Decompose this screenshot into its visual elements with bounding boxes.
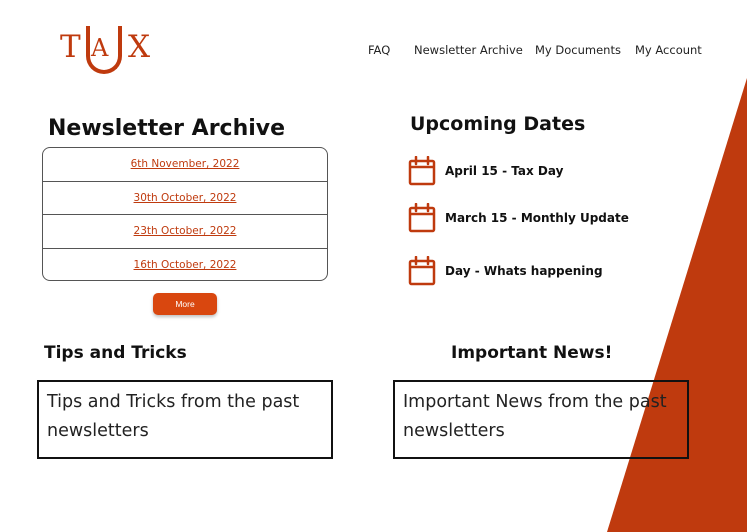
upcoming-label: March 15 - Monthly Update: [445, 211, 629, 225]
upcoming-title: Upcoming Dates: [410, 113, 586, 135]
nav-newsletter-archive[interactable]: Newsletter Archive: [414, 43, 523, 57]
nav-my-documents[interactable]: My Documents: [535, 43, 621, 57]
news-box[interactable]: Important News from the past newsletters: [393, 380, 689, 459]
archive-title: Newsletter Archive: [48, 116, 286, 141]
more-button[interactable]: More: [153, 293, 217, 315]
archive-link[interactable]: 16th October, 2022: [134, 259, 237, 271]
upcoming-label: April 15 - Tax Day: [445, 164, 564, 178]
tips-title: Tips and Tricks: [44, 343, 187, 363]
nav-faq[interactable]: FAQ: [368, 43, 390, 57]
archive-row: 6th November, 2022: [43, 148, 327, 182]
archive-row: 16th October, 2022: [43, 249, 327, 281]
archive-link[interactable]: 23th October, 2022: [134, 225, 237, 237]
archive-row: 23th October, 2022: [43, 215, 327, 249]
tips-box[interactable]: Tips and Tricks from the past newsletter…: [37, 380, 333, 459]
calendar-icon: [408, 156, 436, 186]
archive-row: 30th October, 2022: [43, 182, 327, 215]
calendar-icon: [408, 203, 436, 233]
top-nav: FAQ Newsletter Archive My Documents My A…: [0, 43, 747, 59]
nav-my-account[interactable]: My Account: [635, 43, 702, 57]
upcoming-label: Day - Whats happening: [445, 264, 603, 278]
archive-link[interactable]: 30th October, 2022: [134, 192, 237, 204]
upcoming-item: Day - Whats happening: [408, 256, 603, 286]
archive-list: 6th November, 2022 30th October, 2022 23…: [42, 147, 328, 281]
archive-link[interactable]: 6th November, 2022: [131, 158, 240, 170]
upcoming-item: March 15 - Monthly Update: [408, 203, 629, 233]
upcoming-item: April 15 - Tax Day: [408, 156, 563, 186]
calendar-icon: [408, 256, 436, 286]
news-title: Important News!: [451, 343, 613, 363]
